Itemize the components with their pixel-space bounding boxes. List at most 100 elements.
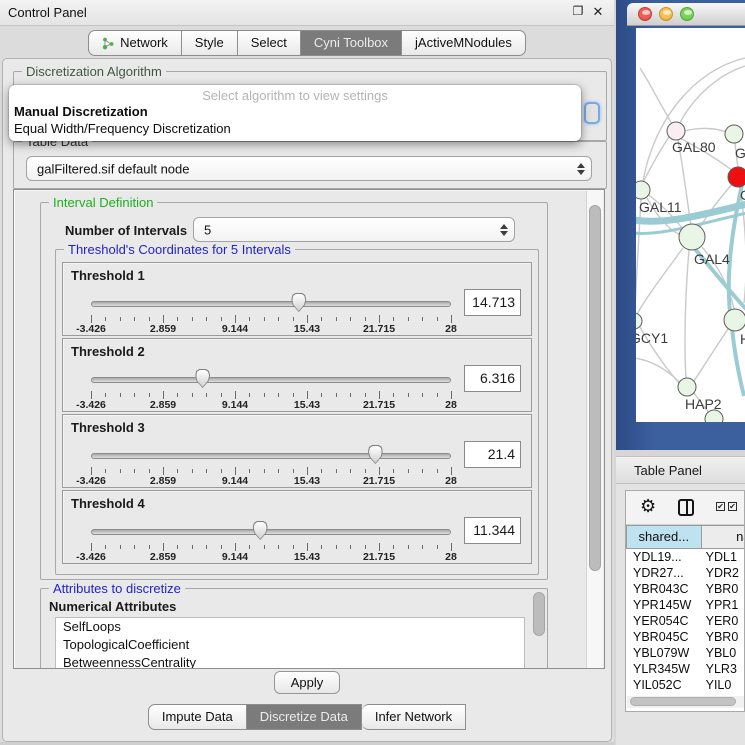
network-node-gcy1[interactable]	[636, 313, 642, 329]
network-edge[interactable]	[676, 66, 745, 131]
tick-mark	[408, 393, 409, 397]
tab-impute-data[interactable]: Impute Data	[148, 704, 247, 730]
tick-mark	[451, 467, 452, 475]
network-canvas[interactable]: GAL80GACGAL11GAL4HGCY1HAP2	[636, 28, 745, 422]
network-node-hap2[interactable]	[678, 378, 696, 396]
threshold-value-field[interactable]: 6.316	[464, 365, 521, 392]
slider-thumb[interactable]	[291, 293, 306, 312]
tab-jactivemnodules[interactable]: jActiveMNodules	[402, 30, 526, 56]
cell-name: YBR0	[702, 629, 745, 645]
table-row[interactable]: YBL079WYBL0	[626, 645, 745, 661]
close-icon[interactable]: ✕	[590, 4, 606, 20]
network-node-h[interactable]	[724, 309, 745, 331]
cell-shared-name: YBR045C	[626, 629, 702, 645]
tick-mark	[91, 543, 92, 551]
network-node-gal80[interactable]	[667, 122, 685, 140]
minimize-button[interactable]	[659, 7, 673, 21]
network-node-gal4[interactable]	[679, 224, 705, 250]
apply-button[interactable]: Apply	[274, 671, 340, 694]
table-data-combobox[interactable]: galFiltered.sif default node	[26, 156, 592, 181]
checkbox-icon[interactable]: ✔	[716, 502, 725, 511]
tick-mark	[206, 317, 207, 321]
network-edge[interactable]	[684, 128, 726, 132]
table-row[interactable]: YER054CYER0	[626, 613, 745, 629]
table-row[interactable]: YDL19...YDL1	[626, 549, 745, 565]
cell-shared-name: YDR27...	[626, 565, 702, 581]
network-edge[interactable]	[636, 199, 641, 313]
table-hscrollbar-thumb[interactable]	[630, 697, 736, 706]
network-node-ga[interactable]	[725, 125, 743, 143]
table-header-na[interactable]: na	[702, 525, 745, 549]
threshold-slider-2[interactable]	[91, 371, 451, 391]
slider-track[interactable]	[91, 301, 451, 307]
tick-mark	[350, 469, 351, 473]
tab-infer-network[interactable]: Infer Network	[362, 704, 466, 730]
table-hscrollbar-track[interactable]	[627, 696, 744, 708]
tick-mark	[321, 393, 322, 397]
table-row[interactable]: YPR145WYPR1	[626, 597, 745, 613]
network-node-c[interactable]	[728, 167, 745, 187]
threshold-slider-1[interactable]	[91, 295, 451, 315]
table-row[interactable]: YIL052CYIL0	[626, 677, 745, 693]
float-icon[interactable]: ❐	[570, 4, 586, 18]
gear-icon[interactable]: ⚙	[640, 496, 656, 517]
network-edge[interactable]	[694, 329, 728, 381]
slider-thumb[interactable]	[253, 521, 268, 540]
slider-thumb-face	[196, 370, 209, 387]
slider-thumb[interactable]	[368, 445, 383, 464]
threshold-value-field[interactable]: 11.344	[464, 517, 521, 544]
threshold-value-field[interactable]: 14.713	[464, 289, 521, 316]
slider-thumb[interactable]	[195, 369, 210, 388]
slider-ticks	[91, 391, 451, 399]
tick-label: 15.43	[294, 551, 320, 563]
attributes-list-scrollbar[interactable]	[533, 592, 545, 636]
network-edge[interactable]	[636, 248, 683, 318]
settings-scroll-panel: Interval Definition Number of Intervals …	[13, 189, 605, 669]
slider-track[interactable]	[91, 377, 451, 383]
algorithm-option-manual-discretization[interactable]: Manual Discretization	[14, 104, 148, 119]
network-edge[interactable]	[640, 68, 676, 131]
threshold-slider-4[interactable]	[91, 523, 451, 543]
threshold-value-field[interactable]: 21.4	[464, 441, 521, 468]
zoom-button[interactable]	[680, 7, 694, 21]
tab-cyni-toolbox[interactable]: Cyni Toolbox	[301, 30, 402, 56]
network-edge[interactable]	[643, 137, 669, 182]
network-node-gal11[interactable]	[636, 181, 650, 199]
threshold-slider-3[interactable]	[91, 447, 451, 467]
screenshot-root: Control Panel ❐ ✕ NetworkStyleSelectCyni…	[0, 0, 745, 745]
tick-mark	[422, 545, 423, 549]
network-edge[interactable]	[643, 58, 745, 181]
algorithm-option-equal-width-frequency-discretization[interactable]: Equal Width/Frequency Discretization	[14, 121, 231, 136]
algorithm-combo-fragment[interactable]	[584, 102, 600, 124]
attribute-item-topologicalcoefficient[interactable]: TopologicalCoefficient	[56, 636, 524, 654]
tab-select[interactable]: Select	[238, 30, 301, 56]
table-row[interactable]: YLR345WYLR3	[626, 661, 745, 677]
numerical-attributes-list[interactable]: SelfLoopsTopologicalCoefficientBetweenne…	[55, 617, 525, 669]
tab-style[interactable]: Style	[182, 30, 238, 56]
tab-network[interactable]: Network	[88, 30, 182, 56]
slider-track[interactable]	[91, 453, 451, 459]
tick-mark	[249, 317, 250, 321]
tick-mark	[336, 393, 337, 397]
node-table: ⚙ ✔ ✔ shared...na YDL19...YDL1YDR27...YD…	[625, 490, 745, 712]
cell-shared-name: YBR043C	[626, 581, 702, 597]
main-scrollbar-thumb[interactable]	[589, 205, 601, 571]
table-row[interactable]: YDR27...YDR2	[626, 565, 745, 581]
number-of-intervals-combobox[interactable]: 5	[193, 217, 515, 242]
table-row[interactable]: YBR043CYBR0	[626, 581, 745, 597]
table-panel-title: Table Panel	[634, 463, 702, 478]
attribute-item-betweennesscentrality[interactable]: BetweennessCentrality	[56, 654, 524, 669]
network-edge[interactable]	[636, 358, 680, 383]
attribute-item-selfloops[interactable]: SelfLoops	[56, 618, 524, 636]
network-edge[interactable]	[685, 250, 689, 378]
table-header-shared[interactable]: shared...	[626, 525, 702, 549]
close-button[interactable]	[638, 7, 652, 21]
checkbox-icon[interactable]: ✔	[728, 502, 737, 511]
slider-track[interactable]	[91, 529, 451, 535]
control-panel-titlebar: Control Panel ❐ ✕	[0, 0, 614, 26]
tick-mark	[278, 317, 279, 321]
split-view-icon[interactable]	[678, 499, 694, 516]
main-scrollbar-track[interactable]	[586, 191, 603, 669]
tab-discretize-data[interactable]: Discretize Data	[247, 704, 362, 730]
table-row[interactable]: YBR045CYBR0	[626, 629, 745, 645]
